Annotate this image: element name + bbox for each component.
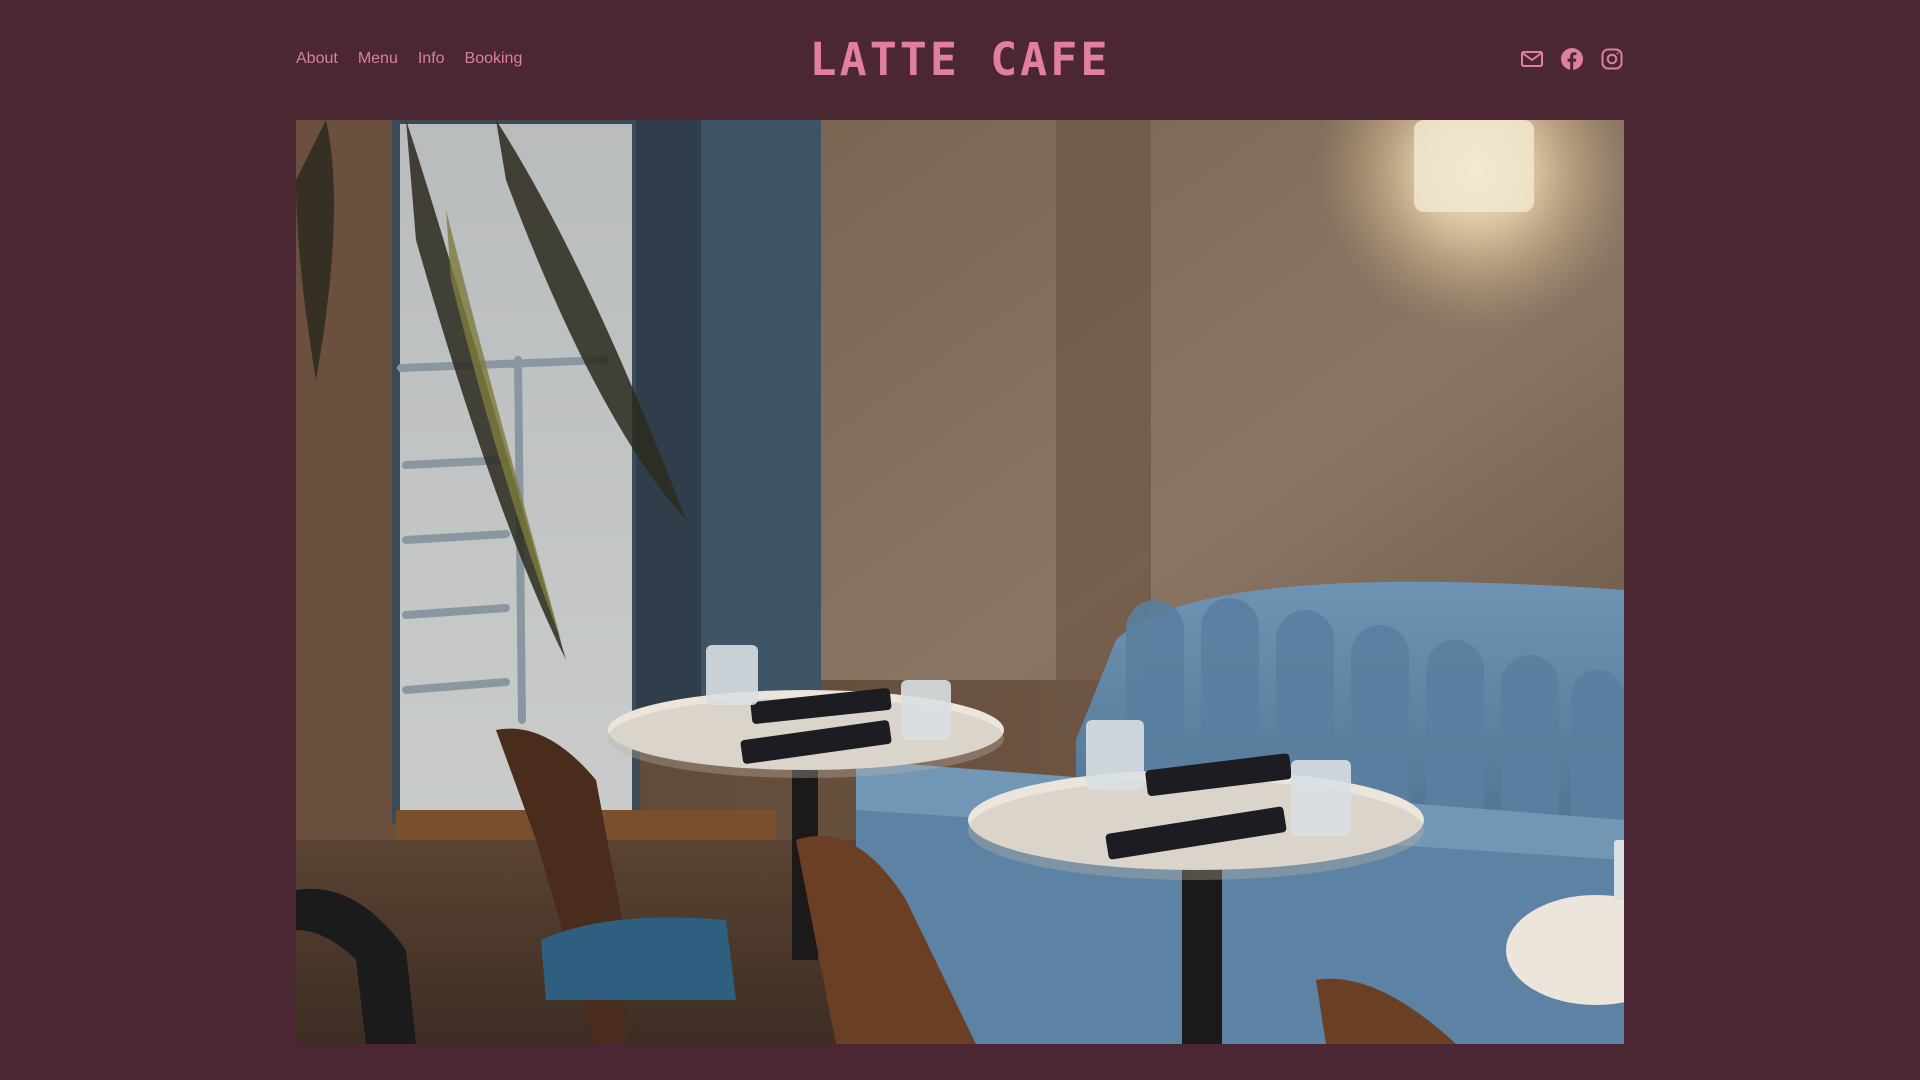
mail-icon[interactable]	[1520, 47, 1544, 71]
cafe-interior-photo	[296, 120, 1624, 1044]
site-header: About Menu Info Booking LATTE CAFE	[296, 0, 1624, 120]
hero-image	[296, 120, 1624, 1044]
site-logo[interactable]: LATTE CAFE	[296, 34, 1624, 86]
instagram-icon[interactable]	[1600, 47, 1624, 71]
facebook-icon[interactable]	[1560, 47, 1584, 71]
social-links	[1520, 47, 1624, 71]
